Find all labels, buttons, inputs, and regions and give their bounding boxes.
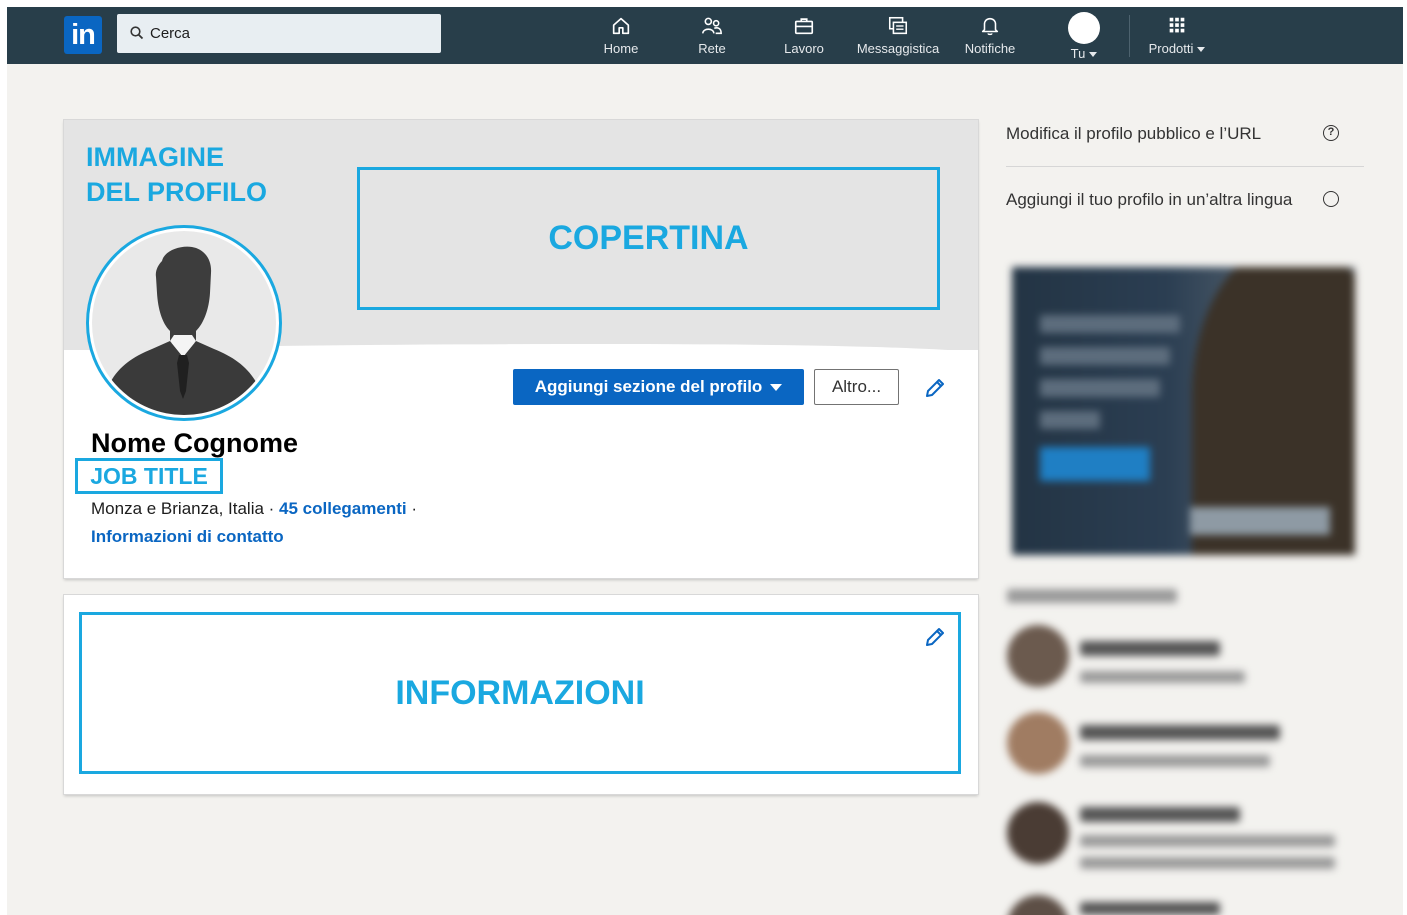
job-title-annotation-box: JOB TITLE xyxy=(75,458,223,494)
profile-image-annotation: IMMAGINE DEL PROFILO xyxy=(86,140,267,210)
about-annotation-label: INFORMAZIONI xyxy=(395,673,645,712)
edit-pencil-icon[interactable] xyxy=(923,625,947,649)
avatar[interactable] xyxy=(1007,802,1069,864)
section-heading-blurred xyxy=(1007,589,1177,603)
profile-location-line: Monza e Brianza, Italia · 45 collegament… xyxy=(91,499,417,519)
ad-text-line xyxy=(1040,347,1170,365)
nav-item-notifications[interactable]: Notifiche xyxy=(957,13,1023,61)
ad-brand-logo xyxy=(1190,507,1330,535)
ad-text-line xyxy=(1040,315,1180,333)
person-name-blurred xyxy=(1080,807,1240,822)
help-icon[interactable] xyxy=(1323,191,1339,207)
add-language-profile-link[interactable]: Aggiungi il tuo profilo in un’altra ling… xyxy=(1006,186,1296,214)
person-name-blurred xyxy=(1080,725,1280,740)
page: in Cerca Home Rete Lavoro Messaggistica xyxy=(7,7,1403,915)
messaging-icon xyxy=(888,16,908,35)
profile-card: IMMAGINE DEL PROFILO COPERTINA Aggiungi … xyxy=(64,120,978,578)
nav-item-label: Prodotti xyxy=(1148,41,1194,56)
contact-info-link[interactable]: Informazioni di contatto xyxy=(91,527,284,547)
avatar xyxy=(1068,12,1100,44)
nav-item-label: Messaggistica xyxy=(856,41,940,56)
bell-icon xyxy=(981,17,999,36)
avatar[interactable] xyxy=(1007,712,1069,774)
cover-annotation-box: COPERTINA xyxy=(357,167,940,310)
help-icon[interactable]: ? xyxy=(1323,125,1339,141)
nav-item-label: Home xyxy=(603,41,639,56)
grid-icon xyxy=(1169,17,1185,33)
connections-link[interactable]: 45 collegamenti xyxy=(279,499,407,518)
edit-pencil-icon[interactable] xyxy=(923,376,947,400)
avatar[interactable] xyxy=(1007,895,1069,915)
profile-name: Nome Cognome xyxy=(91,428,299,458)
ad-cta-button xyxy=(1040,447,1150,481)
job-title: JOB TITLE xyxy=(90,463,208,489)
nav-item-messaging[interactable]: Messaggistica xyxy=(850,13,946,61)
chevron-down-icon xyxy=(1089,52,1098,58)
cover-annotation-label: COPERTINA xyxy=(548,219,749,257)
nav-item-jobs[interactable]: Lavoro xyxy=(779,13,829,61)
profile-location: Monza e Brianza, Italia xyxy=(91,499,264,518)
briefcase-icon xyxy=(794,18,814,35)
edit-public-profile-link[interactable]: Modifica il profilo pubblico e l’URL xyxy=(1006,120,1316,148)
profile-image-annotation-line: IMMAGINE xyxy=(86,142,224,172)
network-icon xyxy=(702,17,722,35)
nav-item-label: Rete xyxy=(698,41,726,56)
top-navigation-bar: in Cerca Home Rete Lavoro Messaggistica xyxy=(7,7,1403,64)
person-name-blurred xyxy=(1080,641,1220,656)
about-annotation-box: INFORMAZIONI xyxy=(79,612,961,774)
nav-item-label: Lavoro xyxy=(784,41,824,56)
ad-text-line xyxy=(1040,379,1160,397)
separator-dot: · xyxy=(411,499,418,518)
avatar[interactable] xyxy=(1007,625,1069,687)
ad-text-line xyxy=(1040,411,1100,429)
add-profile-section-button[interactable]: Aggiungi sezione del profilo xyxy=(513,369,804,405)
nav-item-home[interactable]: Home xyxy=(597,13,645,61)
person-title-blurred xyxy=(1080,857,1335,869)
profile-photo[interactable] xyxy=(86,225,282,421)
add-profile-section-label: Aggiungi sezione del profilo xyxy=(534,377,763,396)
about-card: INFORMAZIONI xyxy=(64,595,978,794)
nav-item-network[interactable]: Rete xyxy=(690,13,734,61)
search-placeholder: Cerca xyxy=(150,25,191,42)
person-name-blurred xyxy=(1080,902,1220,915)
profile-image-annotation-line: DEL PROFILO xyxy=(86,177,268,207)
more-button[interactable]: Altro... xyxy=(814,369,899,405)
rail-divider xyxy=(1006,166,1364,167)
home-icon xyxy=(612,17,630,35)
person-silhouette-icon xyxy=(102,246,266,415)
linkedin-logo[interactable]: in xyxy=(64,16,102,54)
person-title-blurred xyxy=(1080,835,1335,847)
nav-item-products[interactable]: Prodotti xyxy=(1139,13,1215,61)
person-title-blurred xyxy=(1080,755,1270,767)
advertisement-banner[interactable] xyxy=(1012,267,1355,555)
nav-divider xyxy=(1129,15,1130,57)
profile-photo-placeholder xyxy=(92,231,276,415)
chevron-down-icon xyxy=(1197,47,1206,53)
chevron-down-icon xyxy=(770,384,783,392)
nav-item-me[interactable]: Tu xyxy=(1059,12,1109,61)
search-icon xyxy=(130,26,144,40)
nav-item-label: Tu xyxy=(1070,46,1086,61)
person-title-blurred xyxy=(1080,671,1245,683)
nav-item-label: Notifiche xyxy=(964,41,1016,56)
separator-dot: · xyxy=(268,499,280,518)
search-input[interactable]: Cerca xyxy=(117,14,441,53)
